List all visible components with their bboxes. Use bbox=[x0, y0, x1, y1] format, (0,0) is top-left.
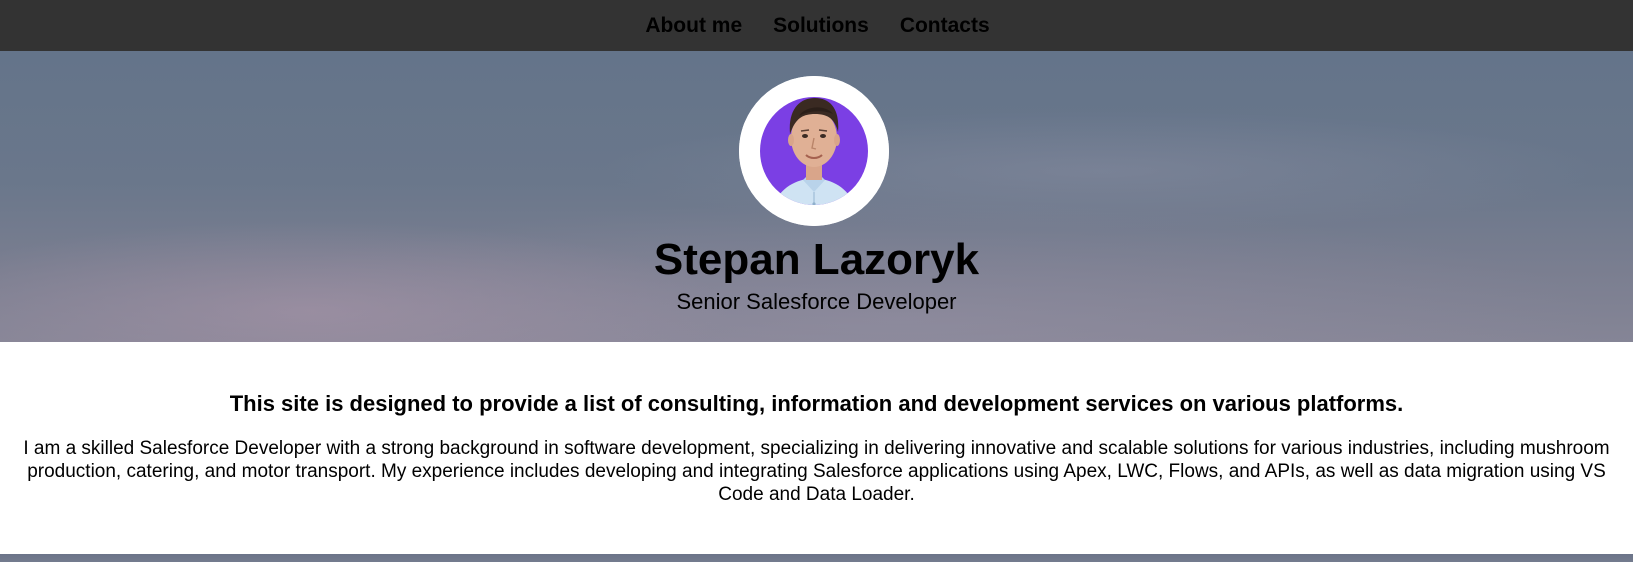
about-section: This site is designed to provide a list … bbox=[0, 342, 1633, 554]
hero-banner: Stepan Lazoryk Senior Salesforce Develop… bbox=[0, 51, 1633, 342]
profile-job-title: Senior Salesforce Developer bbox=[676, 289, 957, 314]
profile-avatar bbox=[739, 76, 889, 226]
profile-photo-icon bbox=[739, 76, 889, 226]
top-navigation: About me Solutions Contacts bbox=[0, 0, 1633, 51]
about-heading: This site is designed to provide a list … bbox=[229, 391, 1404, 416]
profile-name: Stepan Lazoryk bbox=[653, 235, 980, 284]
nav-link-contacts[interactable]: Contacts bbox=[900, 15, 990, 36]
about-description: I am a skilled Salesforce Developer with… bbox=[23, 438, 1610, 506]
next-section-edge bbox=[0, 554, 1633, 562]
nav-link-solutions[interactable]: Solutions bbox=[773, 15, 869, 36]
nav-link-about-me[interactable]: About me bbox=[645, 15, 742, 36]
